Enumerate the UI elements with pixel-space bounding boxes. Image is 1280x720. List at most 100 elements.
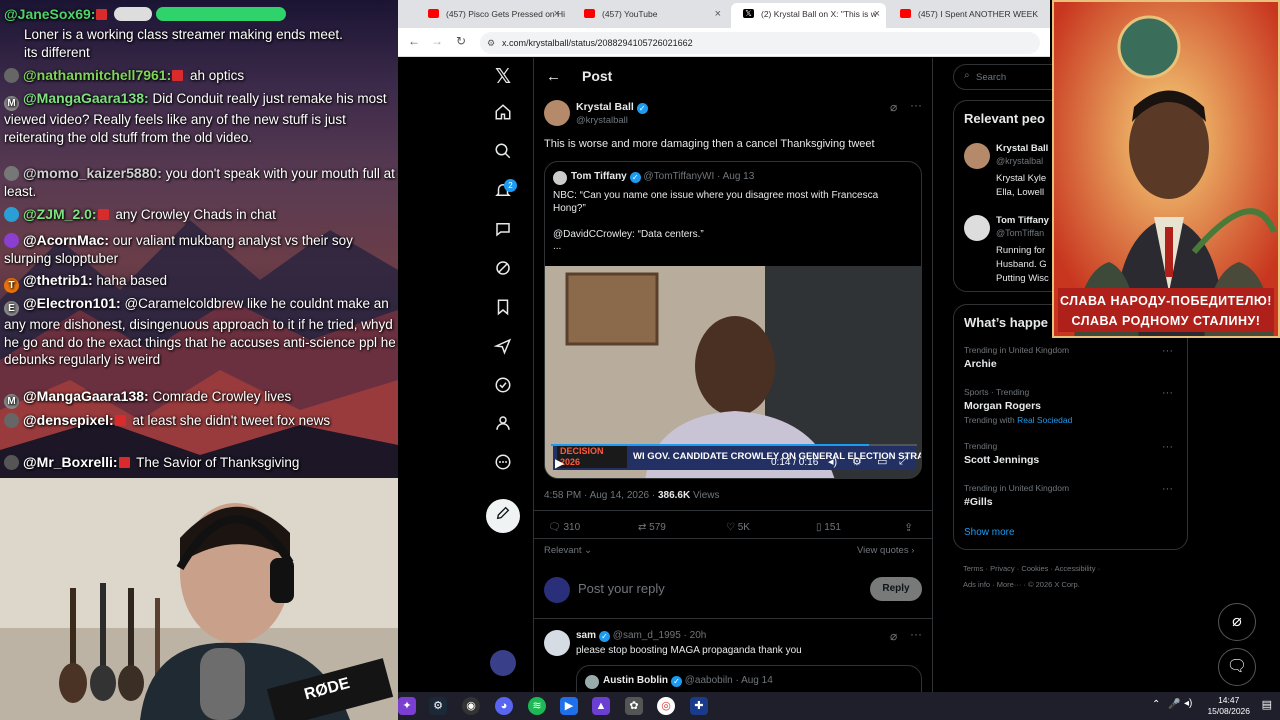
browser-tab[interactable]: (457) Pisco Gets Pressed on Hi ×	[416, 3, 566, 25]
close-icon[interactable]: ×	[715, 3, 721, 25]
like-button[interactable]: ♡ 5K	[726, 522, 750, 533]
quote-text-line: NBC: “Can you name one issue where you d…	[553, 190, 879, 214]
close-icon[interactable]: ×	[874, 3, 880, 25]
chrome-icon[interactable]: ◎	[657, 697, 675, 715]
play-icon[interactable]: ▶	[555, 456, 564, 470]
more-options-icon[interactable]: ···	[1162, 441, 1173, 453]
chat-username[interactable]: @JaneSox69:	[4, 6, 95, 22]
communities-icon[interactable]	[490, 337, 516, 363]
more-options-icon[interactable]: ···	[910, 627, 922, 641]
more-options-icon[interactable]: ···	[1162, 387, 1173, 399]
search-icon[interactable]	[490, 142, 516, 168]
microphone-icon[interactable]: 🎤	[1168, 699, 1180, 710]
volume-icon[interactable]: ◂)	[828, 455, 837, 468]
messages-float-button[interactable]: 🗨	[1218, 648, 1256, 686]
messages-icon[interactable]	[490, 220, 516, 246]
close-icon[interactable]: ×	[554, 3, 560, 25]
avatar[interactable]	[964, 143, 990, 169]
pip-icon[interactable]: ▭	[877, 455, 887, 468]
verified-icon[interactable]	[490, 376, 516, 402]
video-progress-track[interactable]	[551, 444, 917, 446]
app-icon[interactable]: ▶	[560, 697, 578, 715]
quoted-post[interactable]: Tom Tiffany ✓ @TomTiffanyWI · Aug 13 NBC:…	[544, 161, 922, 479]
reply-author[interactable]: sam ✓ @sam_d_1995 · 20h	[576, 630, 706, 642]
address-bar[interactable]: ⚙ x.com/krystalball/status/2088294105726…	[480, 32, 1040, 54]
system-clock[interactable]: 14:47 15/08/2026	[1207, 695, 1250, 717]
video-player[interactable]: DECISION 2026 WI GOV. CANDIDATE CROWLEY …	[545, 266, 921, 478]
chat-username[interactable]: @thetrib1:	[23, 272, 93, 288]
app-icon[interactable]: ▲	[592, 697, 610, 715]
trend-item[interactable]: Sports · Trending Morgan Rogers Trending…	[964, 387, 1179, 425]
trend-item[interactable]: Trending Scott Jennings ···	[964, 441, 1179, 466]
bookmark-button[interactable]: ▯ 151	[816, 522, 841, 533]
avatar[interactable]	[544, 100, 570, 126]
more-icon[interactable]	[490, 453, 516, 479]
chat-username[interactable]: @Mr_Boxrelli:	[23, 454, 118, 470]
app-icon[interactable]: ✚	[690, 697, 708, 715]
notifications-icon[interactable]: 2	[490, 179, 517, 207]
trend-with-link[interactable]: Real Sociedad	[1017, 415, 1072, 425]
compose-post-button[interactable]	[486, 499, 520, 533]
reply-quoted-post[interactable]: Austin Boblin ✓ @aabobiln · Aug 14	[576, 665, 922, 692]
reply-button[interactable]: Reply	[870, 577, 922, 601]
footer-links[interactable]: Ads info · More··· · © 2026 X Corp.	[963, 580, 1080, 589]
chat-username[interactable]: @densepixel:	[23, 412, 114, 428]
share-icon[interactable]: ⇪	[904, 521, 913, 534]
bookmarks-icon[interactable]	[490, 298, 516, 324]
grok-icon[interactable]: ⌀	[890, 629, 897, 643]
grok-float-button[interactable]: ⌀	[1218, 603, 1256, 641]
repost-button[interactable]: ⇄ 579	[638, 522, 666, 533]
more-options-icon[interactable]: ···	[1162, 345, 1173, 357]
forward-arrow-icon[interactable]: →	[429, 34, 445, 48]
x-logo-icon[interactable]: 𝕏	[490, 64, 516, 90]
grok-icon[interactable]	[490, 259, 516, 285]
discord-icon[interactable]: ◕	[495, 697, 513, 715]
fullscreen-icon[interactable]: ⤢	[899, 455, 908, 468]
browser-tab[interactable]: (457) I Spent ANOTHER WEEK	[888, 3, 1048, 25]
chat-username[interactable]: @MangaGaara138:	[23, 90, 149, 106]
chat-username[interactable]: @AcornMac:	[23, 232, 109, 248]
home-icon[interactable]	[490, 103, 516, 129]
avatar[interactable]	[544, 630, 570, 656]
view-quotes-link[interactable]: View quotes ›	[857, 545, 914, 556]
spotify-icon[interactable]: ≋	[528, 697, 546, 715]
browser-tab[interactable]: (457) YouTube ×	[572, 3, 727, 25]
grok-icon[interactable]: ⌀	[890, 100, 897, 114]
app-icon[interactable]: ✿	[625, 697, 643, 715]
more-options-icon[interactable]: ···	[910, 98, 922, 112]
reload-icon[interactable]: ↻	[453, 34, 469, 48]
back-arrow-icon[interactable]: ←	[406, 34, 422, 48]
site-info-icon[interactable]: ⚙	[487, 32, 495, 54]
show-more-link[interactable]: Show more	[964, 527, 1015, 538]
more-options-icon[interactable]: ···	[1162, 483, 1173, 495]
volume-icon[interactable]: ◂)	[1184, 698, 1192, 709]
footer-links[interactable]: Terms · Privacy · Cookies · Accessibilit…	[963, 564, 1100, 573]
browser-tab-active[interactable]: 𝕏 (2) Krystal Ball on X: "This is w ×	[731, 3, 886, 28]
post-author[interactable]: Krystal Ball ✓	[576, 101, 648, 114]
chat-username[interactable]: @ZJM_2.0:	[23, 206, 97, 222]
back-arrow-icon[interactable]: ←	[546, 68, 561, 85]
account-avatar[interactable]	[490, 650, 516, 676]
author-handle[interactable]: @krystalball	[576, 115, 628, 126]
post-timestamp: 4:58 PM · Aug 14, 2026 ·	[544, 490, 658, 501]
app-icon[interactable]: ✦	[398, 697, 416, 715]
steam-icon[interactable]: ⚙	[429, 697, 447, 715]
sort-dropdown[interactable]: Relevant ⌄	[544, 545, 592, 556]
chat-username[interactable]: @MangaGaara138:	[23, 388, 149, 404]
reply-input[interactable]: Post your reply	[578, 581, 665, 596]
chat-text: The Savior of Thanksgiving	[136, 455, 300, 470]
avatar[interactable]	[964, 215, 990, 241]
chat-username[interactable]: @Electron101:	[23, 295, 121, 311]
profile-icon[interactable]	[490, 414, 516, 440]
tray-chevron-icon[interactable]: ⌃	[1152, 699, 1160, 710]
chat-username[interactable]: @momo_kaizer5880:	[23, 165, 162, 181]
obs-icon[interactable]: ◉	[462, 697, 480, 715]
notification-center-icon[interactable]: ▤	[1262, 698, 1272, 711]
trend-item[interactable]: Trending in United Kingdom Archie ···	[964, 345, 1179, 370]
reply-count-button[interactable]: 🗨 310	[548, 522, 580, 533]
person-name[interactable]: Tom Tiffany	[996, 215, 1049, 226]
person-name[interactable]: Krystal Ball	[996, 143, 1048, 154]
settings-icon[interactable]: ⚙	[852, 455, 862, 468]
chat-username[interactable]: @nathanmitchell7961:	[23, 67, 171, 83]
trend-item[interactable]: Trending in United Kingdom #Gills ···	[964, 483, 1179, 508]
